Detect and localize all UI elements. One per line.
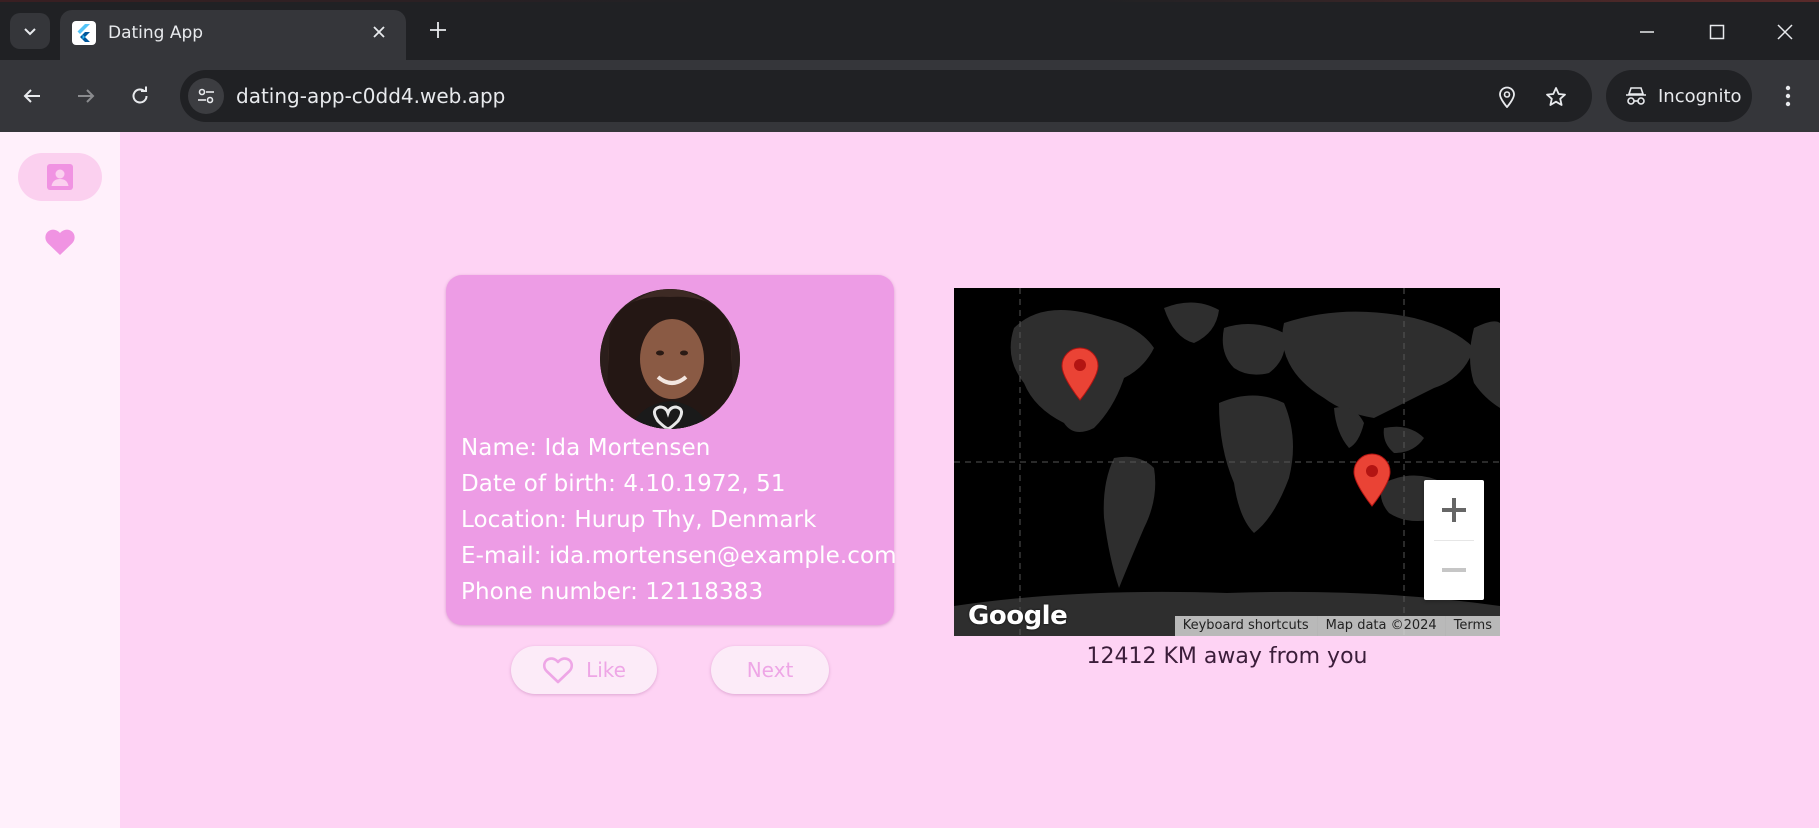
next-button[interactable]: Next [711,646,829,694]
minus-icon [1442,568,1466,572]
profile-date-of-birth: Date of birth: 4.10.1972, 51 [461,471,786,497]
google-logo[interactable]: Google [968,601,1068,631]
arrow-right-icon [78,89,95,103]
map-attribution-bar: Keyboard shortcuts Map data ©2024 Terms [1174,616,1500,636]
nav-profile-button[interactable] [18,153,102,201]
navigation-rail [0,132,120,828]
distance-text: 12412 KM away from you [1086,644,1368,669]
profile-phone: Phone number: 12118383 [461,579,764,605]
plus-icon [1442,498,1466,522]
incognito-indicator[interactable]: Incognito [1606,70,1752,122]
close-icon [373,26,385,38]
heart-outline-icon [543,657,574,684]
reload-button[interactable] [122,78,158,114]
tab-title: Dating App [108,23,204,43]
browser-toolbar: dating-app-c0dd4.web.app Incognito [0,60,1819,132]
address-bar[interactable]: dating-app-c0dd4.web.app [180,70,1592,122]
tab-search-button[interactable] [10,13,50,49]
bookmark-button[interactable] [1541,82,1571,112]
next-button-label: Next [746,658,794,682]
terms-link[interactable]: Terms [1444,616,1500,636]
heart-icon [45,229,75,255]
like-button[interactable]: Like [511,646,657,694]
close-window-button[interactable] [1759,10,1811,54]
tab-bar-accent-line [0,0,1819,2]
forward-button[interactable] [68,78,104,114]
nav-likes-button[interactable] [18,218,102,266]
url-text[interactable]: dating-app-c0dd4.web.app [236,84,505,108]
zoom-out-button[interactable] [1424,540,1484,600]
map-view[interactable]: Google Keyboard shortcuts Map data ©2024… [954,288,1500,636]
world-map [954,288,1500,636]
arrow-left-icon [23,89,40,103]
location-pin-icon [1499,86,1515,108]
profile-location: Location: Hurup Thy, Denmark [461,507,817,533]
site-info-button[interactable] [188,78,224,114]
like-button-label: Like [586,658,626,682]
maximize-icon [1709,24,1725,40]
browser-tab-bar: Dating App [0,0,1819,60]
minimize-button[interactable] [1621,10,1673,54]
tab-close-button[interactable] [366,19,392,45]
keyboard-shortcuts-link[interactable]: Keyboard shortcuts [1175,616,1317,636]
back-button[interactable] [14,78,50,114]
profile-name: Name: Ida Mortensen [461,435,711,461]
zoom-control [1424,480,1484,600]
flutter-favicon-icon [72,21,96,45]
minimize-icon [1640,31,1654,33]
maximize-button[interactable] [1691,10,1743,54]
profile-card: Name: Ida Mortensen Date of birth: 4.10.… [446,275,897,625]
reload-icon [132,86,148,104]
star-icon [1546,87,1566,106]
more-vert-icon [1785,85,1791,107]
map-data-attribution: Map data ©2024 [1316,616,1445,636]
profile-icon [47,164,73,190]
zoom-in-button[interactable] [1424,480,1484,540]
close-icon [1777,24,1793,40]
app-page: Name: Ida Mortensen Date of birth: 4.10.… [0,132,1819,828]
chevron-down-icon [24,28,36,36]
new-tab-button[interactable] [422,14,454,46]
incognito-label: Incognito [1658,85,1742,107]
profile-email: E-mail: ida.mortensen@example.com [461,543,897,569]
incognito-icon [1626,87,1646,105]
plus-icon [430,22,446,38]
browser-menu-button[interactable] [1770,78,1806,114]
profile-avatar [600,289,740,429]
tune-icon [198,88,214,104]
location-button[interactable] [1492,82,1522,112]
tab-dating-app[interactable]: Dating App [60,10,406,60]
